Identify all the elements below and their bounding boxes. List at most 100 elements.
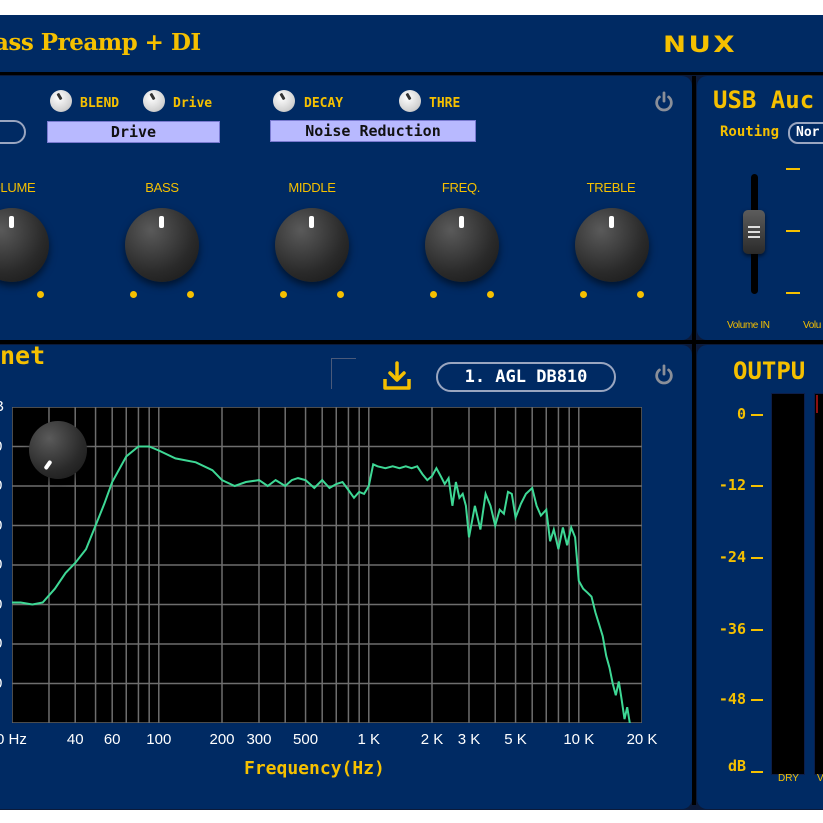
fader-tick [786,168,800,170]
knob-dot [337,291,344,298]
drive-knob[interactable] [143,90,165,112]
cabinet-power-icon[interactable] [653,364,675,386]
peak-indicator [816,395,818,413]
meter-scale-tick [751,771,763,773]
x-tick-label: 100 [146,731,172,748]
wet-label: V [817,773,823,784]
knob-indicator [609,216,614,228]
x-tick-label: 5 K [504,731,527,748]
x-tick-label: 2 K [420,731,444,748]
treble-label: TREBLE [586,180,636,195]
decay-knob[interactable] [273,90,295,112]
x-tick-label: 10 K [563,731,595,748]
drive-section-label: Drive [47,121,220,143]
cabinet-title: net [0,341,46,370]
dry-meter [771,393,805,775]
y-tick-label: 0 [0,675,2,692]
knob-dot [280,291,287,298]
knob-indicator [459,216,464,228]
treble-knob[interactable] [575,208,649,282]
y-tick-label: 0 [0,635,2,652]
x-tick-label: 0 Hz [0,731,27,748]
blend-knob[interactable] [50,90,72,112]
x-tick-label: 20 K [626,731,658,748]
x-tick-label: 60 [103,731,121,748]
brand-logo: NUX [663,33,738,58]
threshold-label: THRE [429,96,461,111]
x-tick-label: 200 [209,731,235,748]
grip-line [748,236,760,238]
mode-toggle[interactable] [0,120,26,144]
meter-scale-label: 0 [736,405,746,423]
wet-meter [814,393,823,775]
knob-indicator [43,459,53,471]
x-tick-label: 300 [246,731,272,748]
knob-indicator [9,216,14,228]
middle-knob[interactable] [275,208,349,282]
meter-scale-tick [751,557,763,559]
freq-knob[interactable] [425,208,499,282]
drive-label: Drive [173,96,213,111]
volume-out-label: Volu [803,320,821,331]
knob-indicator [309,216,314,228]
grip-line [748,226,760,228]
plugin-title: ass Preamp + DI [0,29,201,56]
panel-divider [692,76,696,805]
y-tick-label: 0 [0,438,2,455]
panel-divider [0,72,823,75]
routing-label: Routing [720,124,780,140]
cabinet-preset-select[interactable]: 1. AGL DB810 [436,362,616,392]
x-tick-label: 40 [66,731,84,748]
knob-dot [187,291,194,298]
dry-label: DRY [778,773,799,784]
meter-scale-label: -36 [718,620,746,638]
y-tick-label: 0 [0,517,2,534]
knob-dot [430,291,437,298]
decay-label: DECAY [304,96,344,111]
blend-label: BLEND [80,96,120,111]
threshold-knob[interactable] [399,90,421,112]
meter-scale-label: dB [727,757,746,775]
meter-scale-label: -24 [718,548,746,566]
download-icon[interactable] [381,360,413,392]
knob-dot [487,291,494,298]
usb-audio-title: USB Auc [713,86,815,114]
meter-scale-tick [751,485,763,487]
bass-knob[interactable] [125,208,199,282]
usb-audio-panel [697,76,823,340]
volume-in-label: Volume IN [727,320,770,331]
panel-divider [0,340,823,344]
middle-label: MIDDLE [288,180,336,195]
y-tick-label: 0 [0,556,2,573]
freq-label: FREQ. [441,180,481,195]
preamp-panel [0,76,692,340]
bass-label: BASS [145,180,179,195]
load-ir-slot[interactable] [331,358,356,389]
meter-scale-label: -48 [718,690,746,708]
grip-line [748,231,760,233]
fader-tick [786,292,800,294]
knob-dot [637,291,644,298]
cabinet-level-knob[interactable] [29,421,87,479]
y-tick-label: B [0,398,4,415]
meter-scale-tick [751,414,763,416]
y-tick-label: 0 [0,596,2,613]
volume-label: OLUME [0,180,36,195]
frequency-response-graph [12,407,642,723]
x-tick-label: 3 K [457,731,481,748]
header-bar: ass Preamp + DI NUX [0,15,823,73]
knob-dot [130,291,137,298]
power-icon[interactable] [653,91,675,113]
x-tick-label: 500 [293,731,319,748]
volume-in-fader-handle[interactable] [743,210,765,254]
meter-scale-label: -12 [718,476,746,494]
meter-scale-tick [751,699,763,701]
fader-tick [786,230,800,232]
meter-scale-tick [751,629,763,631]
output-title: OUTPU [733,357,806,385]
routing-select[interactable]: Nor [788,122,823,144]
knob-dot [580,291,587,298]
x-axis-title: Frequency(Hz) [244,758,385,779]
x-tick-label: 1 K [357,731,381,748]
knob-dot [37,291,44,298]
